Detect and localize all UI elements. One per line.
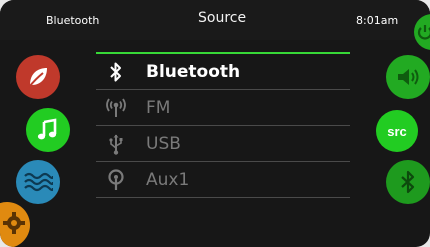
page-title: Source: [198, 10, 247, 26]
source-item-label: USB: [146, 134, 181, 154]
water-button[interactable]: [16, 160, 60, 204]
source-button[interactable]: src: [376, 110, 418, 152]
source-list: Bluetooth FM USB Aux1: [96, 52, 350, 198]
bluetooth-button[interactable]: [386, 160, 430, 204]
music-button[interactable]: [26, 108, 70, 152]
source-item-label: Aux1: [146, 170, 190, 190]
music-note-icon: [37, 118, 57, 140]
wellness-button[interactable]: [16, 55, 60, 99]
volume-button[interactable]: [386, 55, 430, 99]
bluetooth-icon: [401, 170, 415, 194]
waves-icon: [24, 172, 53, 192]
source-item-aux1[interactable]: Aux1: [96, 162, 350, 198]
source-item-label: Bluetooth: [146, 62, 241, 82]
status-bar: Bluetooth Source 8:01am: [0, 0, 430, 40]
radio-antenna-icon: [104, 97, 128, 119]
source-item-fm[interactable]: FM: [96, 90, 350, 126]
usb-icon: [104, 133, 128, 155]
source-button-label: src: [387, 123, 407, 139]
bluetooth-icon: [104, 61, 128, 83]
speaker-icon: [398, 69, 419, 85]
screen: Bluetooth Source 8:01am Bluetooth FM USB…: [0, 0, 430, 247]
gear-icon: [3, 212, 25, 234]
clock: 8:01am: [356, 14, 399, 27]
aux-plug-icon: [104, 169, 128, 191]
leaf-icon: [28, 68, 47, 88]
source-item-bluetooth[interactable]: Bluetooth: [96, 54, 350, 90]
source-item-usb[interactable]: USB: [96, 126, 350, 162]
power-icon: [417, 25, 430, 40]
settings-button[interactable]: [0, 202, 30, 247]
current-source-label: Bluetooth: [46, 14, 100, 27]
source-item-label: FM: [146, 98, 171, 118]
